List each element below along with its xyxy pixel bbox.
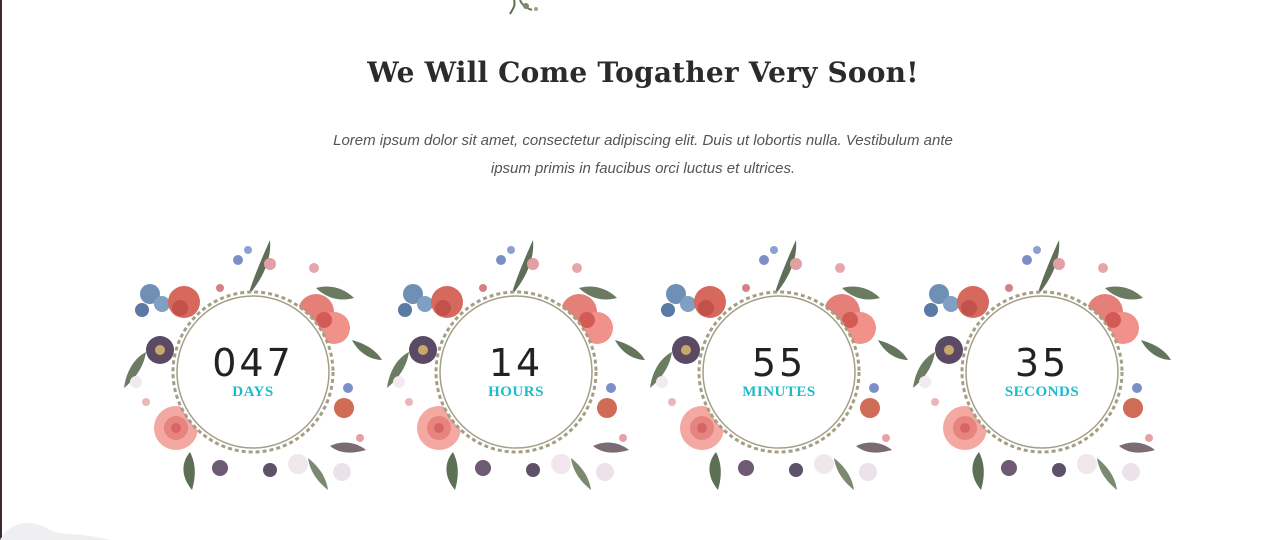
countdown-unit: SECONDS xyxy=(1004,384,1080,400)
leaf-corner-icon xyxy=(0,523,110,540)
countdown-value: 047 xyxy=(212,341,294,385)
countdown-section: We Will Come Togather Very Soon! Lorem i… xyxy=(0,0,1286,540)
countdown-unit: HOURS xyxy=(488,384,544,400)
countdown-value: 14 xyxy=(488,341,544,385)
floral-sprig-icon xyxy=(509,0,538,15)
page-title: We Will Come Togather Very Soon! xyxy=(367,56,919,89)
countdown-value: 35 xyxy=(1014,341,1070,385)
countdown-hours: 14 HOURS xyxy=(383,232,649,498)
countdown-unit: MINUTES xyxy=(742,384,816,400)
countdown-days: 047 DAYS xyxy=(120,232,386,498)
countdown-value: 55 xyxy=(751,341,807,385)
countdown-unit: DAYS xyxy=(232,384,274,400)
countdown-minutes: 55 MINUTES xyxy=(646,232,912,498)
countdown-seconds: 35 SECONDS xyxy=(909,232,1175,498)
section-description: Lorem ipsum dolor sit amet, consectetur … xyxy=(333,132,953,177)
